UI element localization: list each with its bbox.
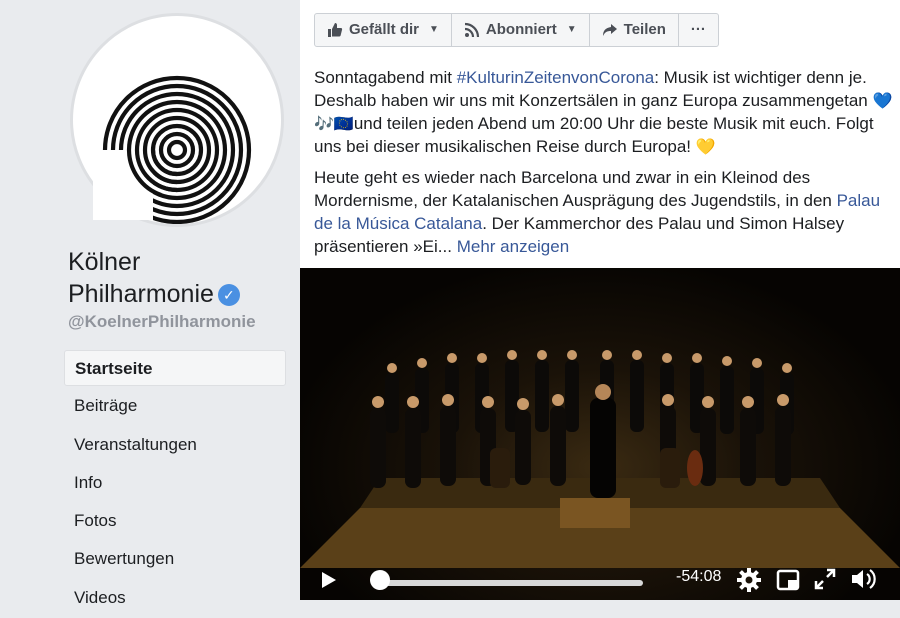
like-button[interactable]: Gefällt dir ▼	[315, 14, 452, 46]
page-nav: Startseite Beiträge Veranstaltungen Info…	[64, 350, 286, 618]
nav-item-videos[interactable]: Videos	[64, 580, 286, 616]
gear-icon	[737, 568, 761, 592]
nav-item-veranstaltungen[interactable]: Veranstaltungen	[64, 427, 286, 463]
left-sidebar: + Kölner Philharmonie✓ @KoelnerPhilharmo…	[0, 0, 346, 607]
expand-icon	[814, 568, 836, 590]
subscribe-label: Abonniert	[485, 21, 557, 38]
thumbs-up-icon	[328, 23, 343, 37]
speaker-icon	[852, 569, 876, 589]
see-more-link[interactable]: Mehr anzeigen	[457, 237, 569, 256]
page-action-bar: Gefällt dir ▼ Abonniert ▼ Teilen ···	[314, 13, 719, 47]
rss-icon	[464, 22, 480, 38]
verified-check-icon: ✓	[217, 284, 240, 306]
play-button[interactable]	[318, 570, 338, 595]
picture-in-picture-button[interactable]	[776, 568, 800, 597]
concert-video-frame	[300, 350, 900, 568]
page-title: Kölner Philharmonie ✓	[68, 246, 288, 310]
post-paragraph-1: Sonntagabend mit #KulturinZeitenvonCoron…	[314, 66, 894, 158]
more-options-button[interactable]: ···	[679, 14, 718, 46]
post-text-segment: Sonntagabend mit	[314, 68, 457, 87]
subscribe-button[interactable]: Abonniert ▼	[452, 14, 590, 46]
fullscreen-button[interactable]	[814, 568, 836, 595]
post-body: Sonntagabend mit #KulturinZeitenvonCoron…	[314, 66, 894, 266]
volume-button[interactable]	[850, 567, 878, 596]
page-title-line1: Kölner	[68, 248, 141, 276]
nav-item-startseite[interactable]: Startseite	[64, 350, 286, 386]
chevron-down-icon: ▼	[429, 24, 439, 35]
hashtag-link[interactable]: #KulturinZeitenvonCorona	[457, 68, 655, 87]
share-label: Teilen	[623, 21, 666, 38]
like-label: Gefällt dir	[349, 21, 420, 38]
chevron-down-icon: ▼	[566, 24, 577, 35]
philharmonie-logo	[93, 75, 252, 224]
yellow-heart-emoji: 💛	[695, 137, 716, 156]
post-paragraph-2: Heute geht es wieder nach Barcelona und …	[314, 166, 894, 258]
share-arrow-icon	[602, 24, 617, 36]
ellipsis-icon: ···	[690, 21, 706, 38]
nav-item-fotos[interactable]: Fotos	[64, 503, 286, 539]
page-handle[interactable]: @KoelnerPhilharmonie	[68, 312, 256, 332]
share-button[interactable]: Teilen	[590, 14, 679, 46]
time-remaining: -54:08	[676, 568, 722, 585]
nav-item-bewertungen[interactable]: Bewertungen	[64, 541, 286, 577]
main-content: Gefällt dir ▼ Abonniert ▼ Teilen ··· Son…	[300, 0, 900, 600]
video-progress-bar[interactable]	[378, 580, 643, 586]
post-text-segment: und teilen jeden Abend um 20:00 Uhr die …	[314, 114, 874, 156]
nav-item-info[interactable]: Info	[64, 465, 286, 501]
progress-handle[interactable]	[370, 570, 390, 590]
settings-button[interactable]	[736, 567, 762, 598]
page-title-line2: Philharmonie	[68, 280, 214, 308]
profile-picture[interactable]: +	[70, 13, 346, 234]
video-player[interactable]: -54:08	[300, 268, 900, 600]
play-icon	[322, 572, 336, 588]
nav-item-beitraege[interactable]: Beiträge	[64, 388, 286, 424]
post-text-segment: Heute geht es wieder nach Barcelona und …	[314, 168, 837, 210]
pip-icon	[776, 569, 800, 591]
